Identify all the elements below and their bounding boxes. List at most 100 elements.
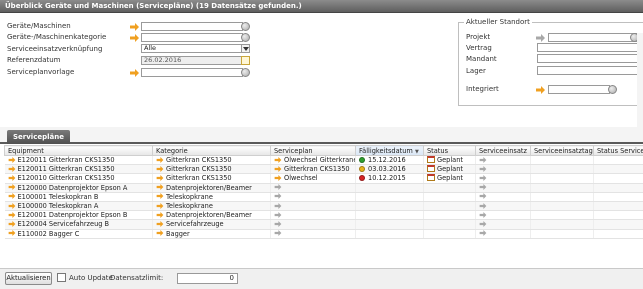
cell-equipment: E120004 Servicefahrzeug B <box>4 219 153 230</box>
arrow-right-icon[interactable] <box>8 230 16 237</box>
cell-serviceeinsatz <box>475 210 531 221</box>
arrow-right-icon[interactable] <box>274 202 282 209</box>
arrow-right-icon[interactable] <box>536 86 545 94</box>
lookup-icon[interactable] <box>241 33 250 42</box>
arrow-right-icon[interactable] <box>479 165 487 172</box>
arrow-right-icon[interactable] <box>479 211 487 218</box>
arrow-right-icon[interactable] <box>479 220 487 227</box>
lookup-icon[interactable] <box>241 22 250 31</box>
arrow-right-icon[interactable] <box>274 230 282 237</box>
col-header-serviceeinsatztag[interactable]: Serviceeinsatztag <box>530 145 594 156</box>
arrow-right-icon[interactable] <box>156 174 164 181</box>
arrow-right-icon[interactable] <box>8 220 16 227</box>
lager-input[interactable] <box>537 66 643 75</box>
cell-status <box>423 210 476 221</box>
arrow-right-icon[interactable] <box>156 156 164 163</box>
kategorie-input[interactable] <box>141 33 243 42</box>
arrow-right-icon[interactable] <box>8 184 16 191</box>
lookup-icon[interactable] <box>241 68 250 77</box>
projekt-input[interactable] <box>548 33 638 42</box>
arrow-right-icon[interactable] <box>479 202 487 209</box>
col-header-status[interactable]: Status <box>423 145 476 156</box>
arrow-right-icon[interactable] <box>536 34 545 42</box>
limit-input[interactable]: 0 <box>177 273 238 284</box>
refresh-button[interactable]: Aktualisieren <box>5 272 52 285</box>
verknuepfung-label: Serviceeinsatzverknüpfung <box>7 45 103 53</box>
arrow-right-icon[interactable] <box>8 193 16 200</box>
arrow-right-icon[interactable] <box>156 165 164 172</box>
cell-serviceplan: Ölwechsel <box>270 173 356 184</box>
arrow-right-icon[interactable] <box>274 156 282 163</box>
arrow-right-icon[interactable] <box>8 211 16 218</box>
arrow-right-icon[interactable] <box>274 193 282 200</box>
geraete-input[interactable] <box>141 22 243 31</box>
col-header-serviceplan[interactable]: Serviceplan <box>270 145 356 156</box>
arrow-right-icon[interactable] <box>479 193 487 200</box>
col-header-kategorie[interactable]: Kategorie <box>152 145 271 156</box>
table-row[interactable]: E120011 Gitterkran CKS1350 Gitterkran CKS… <box>4 164 643 175</box>
table-row[interactable]: E110002 Bagger C Bagger <box>4 229 643 239</box>
cell-serviceplan <box>270 201 356 212</box>
table-row[interactable]: E100001 Teleskopkran B Teleskopkrane <box>4 192 643 202</box>
arrow-right-icon[interactable] <box>274 174 282 181</box>
arrow-right-icon[interactable] <box>156 202 164 209</box>
arrow-right-icon[interactable] <box>479 184 487 191</box>
arrow-right-icon[interactable] <box>156 184 164 191</box>
vertrag-input[interactable] <box>537 43 643 52</box>
arrow-right-icon[interactable] <box>274 220 282 227</box>
equipment-text: E120011 Gitterkran CKS1350 <box>17 156 115 165</box>
table-row[interactable]: E120004 Servicefahrzeug B Servicefahrzeug… <box>4 219 643 230</box>
bottom-toolbar: Aktualisieren Auto Update Datensatzlimit… <box>0 268 643 289</box>
cell-serviceplan <box>270 219 356 230</box>
arrow-right-icon[interactable] <box>130 23 139 31</box>
auto-update-checkbox[interactable] <box>57 273 66 282</box>
integriert-input[interactable] <box>548 85 610 94</box>
mandant-input[interactable] <box>537 54 643 63</box>
cell-serviceeinsatztag <box>530 210 594 221</box>
table-header-row: Equipment Kategorie Serviceplan Fälligke… <box>4 145 643 156</box>
kategorie-text: Servicefahrzeuge <box>166 220 224 229</box>
arrow-right-icon[interactable] <box>479 230 487 237</box>
verknuepfung-select[interactable]: Alle <box>141 44 243 53</box>
equipment-text: E120011 Gitterkran CKS1350 <box>17 165 115 174</box>
table-row[interactable]: E120000 Datenprojektor Epson A Datenproje… <box>4 183 643 193</box>
tab-serviceplaene[interactable]: Servicepläne <box>7 130 70 144</box>
arrow-right-icon[interactable] <box>479 156 487 163</box>
arrow-right-icon[interactable] <box>8 156 16 163</box>
arrow-right-icon[interactable] <box>274 184 282 191</box>
arrow-right-icon[interactable] <box>479 174 487 181</box>
arrow-right-icon[interactable] <box>156 220 164 227</box>
cell-kategorie: Gitterkran CKS1350 <box>152 164 271 175</box>
col-header-serviceeinsatz[interactable]: Serviceeinsatz <box>475 145 531 156</box>
col-header-status-service[interactable]: Status Service <box>593 145 643 156</box>
table-row[interactable]: E120011 Gitterkran CKS1350 Gitterkran CKS… <box>4 155 643 166</box>
col-header-equipment[interactable]: Equipment <box>4 145 153 156</box>
calendar-icon <box>427 165 435 173</box>
col-header-faelligkeitsdatum[interactable]: Fälligkeitsdatum ▼ <box>355 145 424 156</box>
lookup-icon[interactable] <box>608 85 617 94</box>
arrow-right-icon[interactable] <box>156 230 164 237</box>
equipment-text: E100001 Teleskopkran B <box>17 192 99 201</box>
arrow-right-icon[interactable] <box>8 202 16 209</box>
arrow-right-icon[interactable] <box>274 165 282 172</box>
arrow-right-icon[interactable] <box>130 34 139 42</box>
table-row[interactable]: E100000 Teleskopkran A Teleskopkrane <box>4 201 643 212</box>
arrow-right-icon[interactable] <box>8 174 16 181</box>
arrow-right-icon[interactable] <box>130 69 139 77</box>
vorlage-input[interactable] <box>141 68 243 77</box>
filter-scrollbar[interactable] <box>637 33 643 133</box>
calendar-icon[interactable] <box>241 56 250 65</box>
chevron-down-icon[interactable] <box>241 44 250 53</box>
arrow-right-icon[interactable] <box>274 211 282 218</box>
kategorie-text: Gitterkran CKS1350 <box>166 165 232 174</box>
arrow-right-icon[interactable] <box>156 211 164 218</box>
cell-status <box>423 183 476 193</box>
table-row[interactable]: E120010 Gitterkran CKS1350 Gitterkran CKS… <box>4 173 643 184</box>
arrow-right-icon[interactable] <box>156 193 164 200</box>
arrow-right-icon[interactable] <box>8 165 16 172</box>
cell-faelligkeitsdatum <box>355 210 424 221</box>
table-row[interactable]: E120001 Datenprojektor Epson B Datenproje… <box>4 210 643 221</box>
kategorie-text: Gitterkran CKS1350 <box>166 156 232 165</box>
referenzdatum-field[interactable]: 26.02.2016 <box>141 56 243 65</box>
cell-status: Geplant <box>423 155 476 166</box>
